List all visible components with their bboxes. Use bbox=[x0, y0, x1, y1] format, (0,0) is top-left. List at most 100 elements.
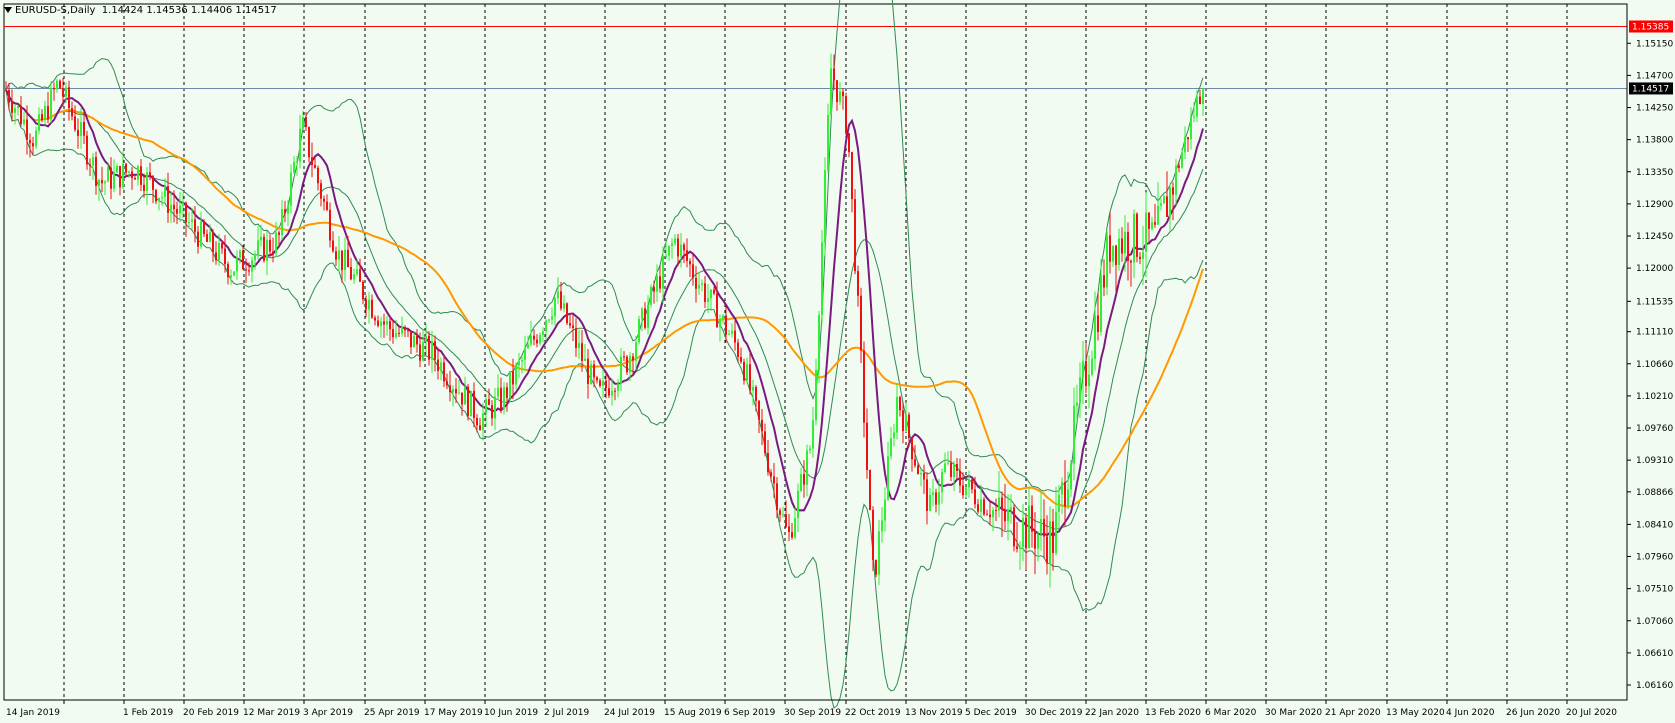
candle-body bbox=[683, 244, 685, 251]
candle-body bbox=[323, 198, 325, 202]
candle bbox=[845, 92, 847, 136]
candle-body bbox=[257, 240, 259, 255]
candle-body bbox=[584, 358, 586, 361]
time-tick-label: 25 Apr 2019 bbox=[364, 708, 420, 718]
candle-body bbox=[1151, 222, 1153, 229]
candle-body bbox=[521, 359, 523, 362]
candle-body bbox=[563, 303, 565, 309]
candle-body bbox=[248, 270, 250, 272]
candle-body bbox=[902, 410, 904, 432]
candle bbox=[854, 189, 856, 275]
candle-body bbox=[941, 472, 943, 493]
candle-body bbox=[524, 348, 526, 360]
candle-body bbox=[128, 171, 130, 173]
candle-body bbox=[983, 499, 985, 515]
candle-body bbox=[599, 380, 601, 386]
candle bbox=[263, 233, 265, 263]
time-tick-label: 30 Dec 2019 bbox=[1025, 708, 1083, 718]
candle-body bbox=[1118, 238, 1120, 265]
candle-body bbox=[1085, 360, 1087, 387]
candle-body bbox=[620, 356, 622, 384]
candle-body bbox=[1160, 203, 1162, 206]
candle-body bbox=[212, 232, 214, 253]
candle-body bbox=[272, 251, 274, 254]
candle-body bbox=[365, 299, 367, 310]
level-price-label-text: 1.15385 bbox=[1632, 22, 1669, 32]
candle-body bbox=[218, 243, 220, 261]
candle-body bbox=[131, 171, 133, 179]
time-tick-label: 13 Feb 2020 bbox=[1145, 708, 1201, 718]
candle-body bbox=[797, 490, 799, 518]
candle-body bbox=[245, 269, 247, 271]
candle-body bbox=[227, 264, 229, 278]
price-tick-label: 1.07960 bbox=[1636, 553, 1673, 563]
candle-body bbox=[1121, 238, 1123, 254]
candle-body bbox=[998, 497, 1000, 511]
candle-body bbox=[1169, 187, 1171, 217]
candle-body bbox=[413, 335, 415, 348]
candle-body bbox=[878, 531, 880, 575]
candle-body bbox=[995, 510, 997, 512]
candle-body bbox=[44, 106, 46, 121]
candle-body bbox=[503, 387, 505, 409]
price-tick-label: 1.13800 bbox=[1636, 136, 1673, 146]
candle-body bbox=[575, 328, 577, 349]
candle-body bbox=[656, 276, 658, 292]
candle-body bbox=[419, 344, 421, 361]
time-tick-label: 2 Jul 2019 bbox=[544, 708, 589, 718]
candle bbox=[821, 230, 823, 324]
candle-body bbox=[515, 365, 517, 385]
candle-body bbox=[806, 450, 808, 485]
candle-body bbox=[560, 291, 562, 309]
candle-body bbox=[311, 157, 313, 166]
candle-body bbox=[1031, 505, 1033, 532]
candle-body bbox=[17, 106, 19, 109]
candle-body bbox=[962, 485, 964, 496]
candle-body bbox=[566, 303, 568, 324]
candle-body bbox=[1172, 187, 1174, 195]
candle-body bbox=[416, 335, 418, 345]
candle-body bbox=[317, 167, 319, 184]
candle-body bbox=[974, 489, 976, 505]
candle-body bbox=[956, 463, 958, 471]
candle-body bbox=[1082, 360, 1084, 378]
candle-body bbox=[305, 117, 307, 128]
time-tick-label: 22 Jan 2020 bbox=[1085, 708, 1139, 718]
high-price: 1.14536 bbox=[146, 5, 188, 16]
candle-body bbox=[113, 172, 115, 189]
candle-body bbox=[713, 289, 715, 294]
candle-body bbox=[905, 414, 907, 432]
candle-body bbox=[866, 422, 868, 471]
candle-body bbox=[659, 276, 661, 289]
candle-body bbox=[764, 431, 766, 454]
price-tick-label: 1.14250 bbox=[1636, 104, 1673, 114]
candle-body bbox=[1187, 137, 1189, 140]
candle-body bbox=[932, 492, 934, 495]
candle bbox=[650, 284, 652, 308]
candle-body bbox=[509, 371, 511, 398]
candle-body bbox=[755, 386, 757, 401]
candle-body bbox=[887, 456, 889, 500]
candle-body bbox=[8, 89, 10, 103]
candle-body bbox=[752, 386, 754, 391]
candle-body bbox=[182, 202, 184, 206]
candle-body bbox=[812, 420, 814, 449]
time-tick-label: 15 Aug 2019 bbox=[664, 708, 722, 718]
candle-body bbox=[1094, 315, 1096, 359]
triangle-down-icon[interactable] bbox=[4, 7, 12, 13]
candle-body bbox=[401, 326, 403, 334]
candle-body bbox=[293, 161, 295, 173]
candle-body bbox=[110, 167, 112, 189]
candle-body bbox=[32, 143, 34, 147]
candle-body bbox=[431, 341, 433, 360]
chart-canvas[interactable]: 1.15150 1.14700 1.14250 1.13800 1.13350 1.129… bbox=[0, 0, 1675, 723]
candle-body bbox=[1136, 213, 1138, 257]
candle-body bbox=[185, 202, 187, 223]
candle-body bbox=[884, 499, 886, 521]
candle-body bbox=[1199, 96, 1201, 105]
candle-body bbox=[1019, 547, 1021, 549]
candle-body bbox=[569, 323, 571, 326]
price-chart[interactable]: 1.15150 1.14700 1.14250 1.13800 1.13350 1.129… bbox=[0, 0, 1675, 723]
candle-body bbox=[458, 392, 460, 394]
candle-body bbox=[854, 199, 856, 272]
